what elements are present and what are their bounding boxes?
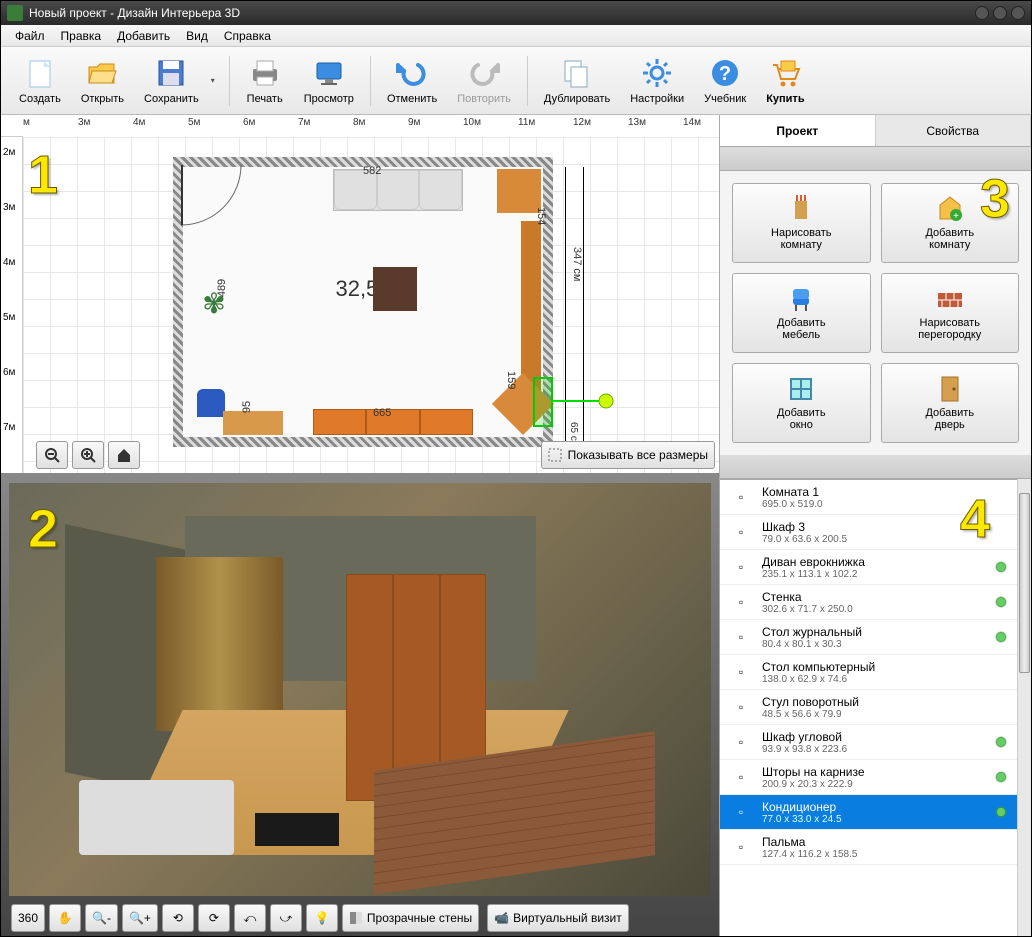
window-title: Новый проект - Дизайн Интерьера 3D: [29, 6, 240, 20]
item-thumb-icon: ▫: [728, 764, 754, 790]
close-button[interactable]: [1011, 6, 1025, 20]
svg-text:?: ?: [719, 63, 731, 85]
duplicate-button[interactable]: Дублировать: [536, 53, 618, 109]
action-room-add[interactable]: +Добавитькомнату: [881, 183, 1020, 263]
action-bricks[interactable]: Нарисоватьперегородку: [881, 273, 1020, 353]
pan-button[interactable]: ✋: [49, 904, 81, 932]
item-thumb-icon: ▫: [728, 554, 754, 580]
window-icon: [787, 375, 815, 403]
tab-properties[interactable]: Свойства: [876, 115, 1032, 146]
bricks-icon: [936, 285, 964, 313]
list-item[interactable]: ▫Шкаф 379.0 x 63.6 x 200.5: [720, 515, 1017, 550]
list-item[interactable]: ▫Стул поворотный48.5 x 56.6 x 79.9: [720, 690, 1017, 725]
menu-view[interactable]: Вид: [178, 27, 216, 45]
item-thumb-icon: ▫: [728, 729, 754, 755]
item-thumb-icon: ▫: [728, 799, 754, 825]
maximize-button[interactable]: [993, 6, 1007, 20]
right-tabs: Проект Свойства: [720, 115, 1031, 147]
action-grid: Нарисоватькомнату+ДобавитькомнатуДобавит…: [720, 171, 1031, 455]
minimize-button[interactable]: [975, 6, 989, 20]
section-project-hdr: [720, 147, 1031, 171]
menubar: Файл Правка Добавить Вид Справка: [1, 25, 1031, 47]
rotate-left-button[interactable]: ⟲: [162, 904, 194, 932]
item-thumb-icon: ▫: [728, 589, 754, 615]
tilt-up-button[interactable]: ⤺: [234, 904, 266, 932]
room-add-icon: +: [936, 195, 964, 223]
visibility-eye-icon[interactable]: [993, 736, 1009, 748]
home-2d-button[interactable]: [108, 441, 140, 469]
undo-button[interactable]: Отменить: [379, 53, 445, 109]
show-all-dims-button[interactable]: Показывать все размеры: [541, 441, 715, 469]
menu-edit[interactable]: Правка: [53, 27, 110, 45]
list-item[interactable]: ▫Диван еврокнижка235.1 x 113.1 x 102.2: [720, 550, 1017, 585]
toolbar: Создать Открыть Сохранить ▾ Печать Просм…: [1, 47, 1031, 115]
lights-button[interactable]: 💡: [306, 904, 338, 932]
section-objects-hdr: [720, 455, 1031, 479]
zoom-out-3d-button[interactable]: 🔍-: [85, 904, 118, 932]
menu-add[interactable]: Добавить: [109, 27, 178, 45]
zoom-in-3d-button[interactable]: 🔍+: [122, 904, 158, 932]
door-icon: [936, 375, 964, 403]
save-dropdown[interactable]: ▾: [211, 76, 221, 85]
chair-icon: [787, 285, 815, 313]
item-thumb-icon: ▫: [728, 624, 754, 650]
visibility-eye-icon[interactable]: [993, 631, 1009, 643]
create-button[interactable]: Создать: [11, 53, 69, 109]
tilt-down-button[interactable]: ⤻: [270, 904, 302, 932]
item-thumb-icon: ▫: [728, 484, 754, 510]
print-button[interactable]: Печать: [238, 53, 292, 109]
item-thumb-icon: ▫: [728, 834, 754, 860]
room-outline: 32,52: [173, 157, 553, 447]
list-item[interactable]: ▫Стол журнальный80.4 x 80.1 x 30.3: [720, 620, 1017, 655]
menu-help[interactable]: Справка: [216, 27, 279, 45]
redo-button[interactable]: Повторить: [449, 53, 519, 109]
action-door[interactable]: Добавитьдверь: [881, 363, 1020, 443]
list-item[interactable]: ▫Шкаф угловой93.9 x 93.8 x 223.6: [720, 725, 1017, 760]
save-button[interactable]: Сохранить: [136, 53, 207, 109]
ruler-vertical: 2м3м4м5м6м7м: [1, 137, 23, 473]
item-thumb-icon: ▫: [728, 659, 754, 685]
titlebar: Новый проект - Дизайн Интерьера 3D: [1, 1, 1031, 25]
virtual-visit-button[interactable]: 📹Виртуальный визит: [487, 904, 629, 932]
action-pencils[interactable]: Нарисоватькомнату: [732, 183, 871, 263]
view-3d[interactable]: 360 ✋ 🔍- 🔍+ ⟲ ⟳ ⤺ ⤻ 💡 Прозрачные стены 📹…: [1, 475, 719, 936]
visibility-eye-icon[interactable]: [993, 561, 1009, 573]
item-thumb-icon: ▫: [728, 694, 754, 720]
action-chair[interactable]: Добавитьмебель: [732, 273, 871, 353]
action-window[interactable]: Добавитьокно: [732, 363, 871, 443]
pencils-icon: [787, 195, 815, 223]
list-item[interactable]: ▫Шторы на карнизе200.9 x 20.3 x 222.9: [720, 760, 1017, 795]
list-item[interactable]: ▫Стол компьютерный138.0 x 62.9 x 74.6: [720, 655, 1017, 690]
ruler-horizontal: м3м4м5м6м7м8м9м10м11м12м13м14м: [1, 115, 23, 137]
preview-button[interactable]: Просмотр: [296, 53, 362, 109]
zoom-out-2d-button[interactable]: [36, 441, 68, 469]
svg-text:+: +: [953, 211, 959, 222]
visibility-eye-icon[interactable]: [993, 596, 1009, 608]
visibility-eye-icon[interactable]: [993, 806, 1009, 818]
open-button[interactable]: Открыть: [73, 53, 132, 109]
buy-button[interactable]: Купить: [758, 53, 812, 109]
settings-button[interactable]: Настройки: [622, 53, 692, 109]
tutorial-button[interactable]: ?Учебник: [696, 53, 754, 109]
list-item[interactable]: ▫Комната 1695.0 x 519.0: [720, 480, 1017, 515]
zoom-in-2d-button[interactable]: [72, 441, 104, 469]
transparent-walls-button[interactable]: Прозрачные стены: [342, 904, 479, 932]
list-item[interactable]: ▫Кондиционер77.0 x 33.0 x 24.5: [720, 795, 1017, 830]
rotate360-button[interactable]: 360: [11, 904, 45, 932]
visibility-eye-icon[interactable]: [993, 771, 1009, 783]
rotate-right-button[interactable]: ⟳: [198, 904, 230, 932]
list-item[interactable]: ▫Стенка302.6 x 71.7 x 250.0: [720, 585, 1017, 620]
list-scrollbar[interactable]: [1017, 479, 1031, 936]
plan-2d-view[interactable]: м3м4м5м6м7м8м9м10м11м12м13м14м 2м3м4м5м6…: [1, 115, 719, 475]
tab-project[interactable]: Проект: [720, 115, 876, 146]
list-item[interactable]: ▫Пальма127.4 x 116.2 x 158.5: [720, 830, 1017, 865]
app-icon: [7, 5, 23, 21]
item-thumb-icon: ▫: [728, 519, 754, 545]
object-list[interactable]: ▫Комната 1695.0 x 519.0▫Шкаф 379.0 x 63.…: [720, 479, 1017, 936]
menu-file[interactable]: Файл: [7, 27, 53, 45]
